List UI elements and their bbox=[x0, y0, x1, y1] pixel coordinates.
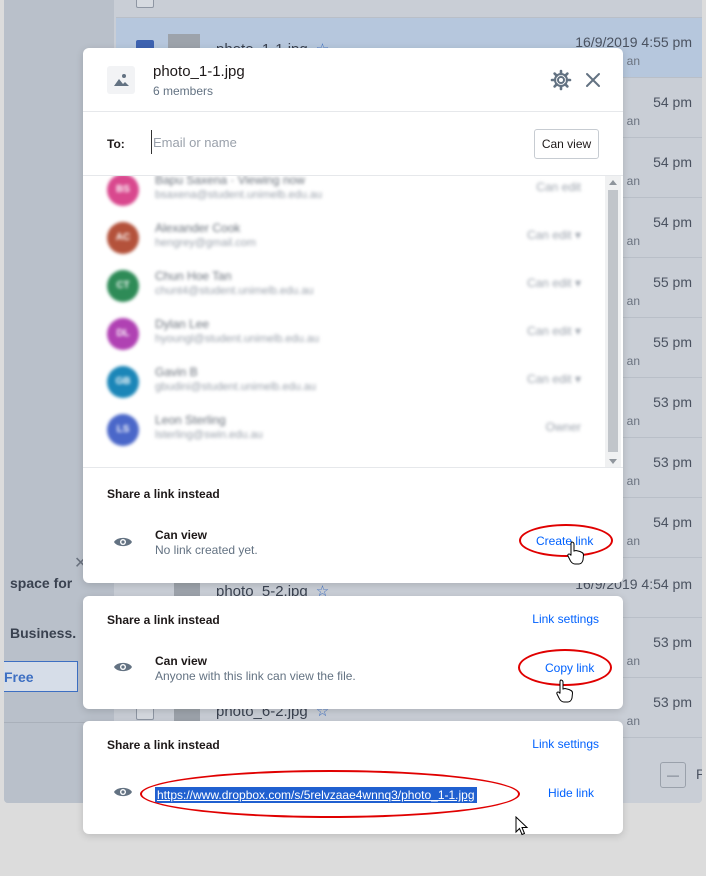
close-icon[interactable] bbox=[581, 68, 605, 92]
link-settings-button[interactable]: Link settings bbox=[532, 737, 599, 751]
eye-icon bbox=[114, 537, 132, 547]
share-link-heading: Share a link instead bbox=[107, 738, 220, 752]
pager-label: P bbox=[696, 766, 702, 782]
avatar: LS bbox=[107, 414, 139, 446]
hide-link-button[interactable]: Hide link bbox=[548, 786, 594, 800]
scroll-up-icon[interactable] bbox=[609, 180, 617, 185]
link-status-text: Anyone with this link can view the file. bbox=[155, 669, 356, 683]
members-scrollbar[interactable] bbox=[605, 176, 621, 467]
avatar: CT bbox=[107, 270, 139, 302]
avatar: BS bbox=[107, 176, 139, 206]
share-link-card-copy: Share a link instead Link settings Can v… bbox=[83, 596, 623, 709]
email-or-name-input[interactable] bbox=[151, 130, 521, 154]
link-settings-button[interactable]: Link settings bbox=[532, 612, 599, 626]
eye-icon bbox=[114, 662, 132, 672]
list-item[interactable]: DL Dylan Lee hyoungl@student.unimelb.edu… bbox=[83, 312, 603, 360]
share-link-card-url: Share a link instead Link settings https… bbox=[83, 721, 623, 834]
row-checkbox bbox=[136, 0, 154, 8]
link-permission-title: Can view bbox=[155, 654, 208, 668]
eye-icon bbox=[114, 787, 132, 797]
table-row bbox=[116, 0, 702, 18]
scroll-down-icon[interactable] bbox=[609, 459, 617, 464]
share-link-heading: Share a link instead bbox=[107, 613, 220, 627]
create-link-button[interactable]: Create link bbox=[536, 534, 593, 548]
scrollbar-thumb[interactable] bbox=[608, 190, 618, 452]
list-item[interactable]: CT Chun Hoe Tan chunt4@student.unimelb.e… bbox=[83, 264, 603, 312]
share-link-heading: Share a link instead bbox=[107, 487, 220, 501]
list-item[interactable]: LS Leon Sterling lsterling@swin.edu.au O… bbox=[83, 408, 603, 456]
modal-header: photo_1-1.jpg 6 members bbox=[83, 48, 623, 112]
link-permission-title: Can view bbox=[155, 528, 208, 542]
upsell-text: space for bbox=[10, 575, 73, 591]
avatar: AC bbox=[107, 222, 139, 254]
avatar: GB bbox=[107, 366, 139, 398]
pager-button[interactable]: — bbox=[660, 762, 686, 788]
copy-link-button[interactable]: Copy link bbox=[545, 661, 594, 675]
upsell-try-free-button[interactable]: Free bbox=[4, 661, 78, 692]
upsell-business-text: Business. bbox=[10, 625, 77, 641]
list-item[interactable]: BS Bapu Saxena · Viewing now bsaxena@stu… bbox=[83, 176, 603, 216]
gear-icon[interactable] bbox=[549, 68, 573, 92]
modal-file-name: photo_1-1.jpg bbox=[153, 63, 245, 80]
invite-row: To: Can view bbox=[83, 112, 623, 176]
list-item[interactable]: AC Alexander Cook hengrey@gmail.com Can … bbox=[83, 216, 603, 264]
link-status-text: No link created yet. bbox=[155, 543, 258, 557]
members-list: BS Bapu Saxena · Viewing now bsaxena@stu… bbox=[83, 176, 623, 468]
list-item[interactable]: GB Gavin B gbudini@student.unimelb.edu.a… bbox=[83, 360, 603, 408]
members-count: 6 members bbox=[153, 84, 214, 98]
share-url-text[interactable]: https://www.dropbox.com/s/5relvzaae4wnnq… bbox=[155, 787, 477, 803]
image-file-icon bbox=[107, 66, 135, 94]
share-modal: photo_1-1.jpg 6 members To: Can view BS … bbox=[83, 48, 623, 583]
permission-dropdown-button[interactable]: Can view bbox=[534, 129, 599, 159]
to-label: To: bbox=[107, 137, 125, 151]
avatar: DL bbox=[107, 318, 139, 350]
